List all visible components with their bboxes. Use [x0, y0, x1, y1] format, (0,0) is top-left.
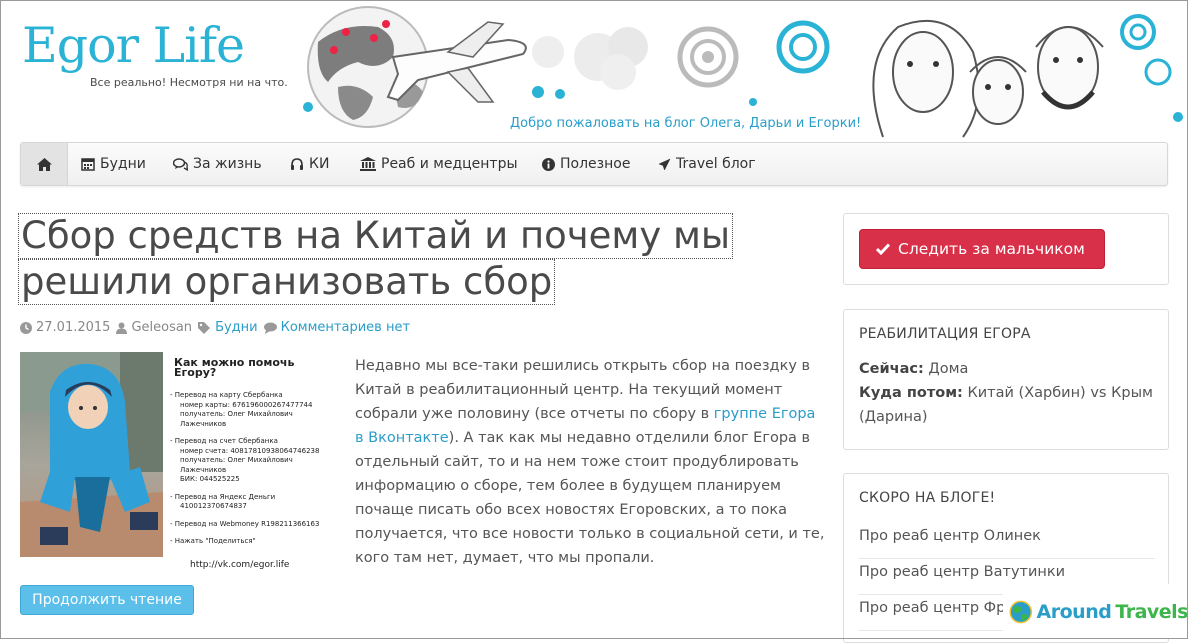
thumbnail-block: - Нажать "Поделиться" [170, 537, 330, 547]
welcome-text: Добро пожаловать на блог Олега, Дарьи и … [510, 116, 862, 131]
comments-icon [173, 157, 188, 171]
thumbnail-line: - Перевод на Яндекс Деньги [170, 492, 276, 501]
thumbnail-line: БИК: 044525225 [180, 475, 240, 483]
post-category-link[interactable]: Будни [215, 320, 258, 335]
logo-tagline: Все реально! Несмотря ни на что. [90, 76, 288, 89]
thumbnail-line: номер счета: 40817810938064746238 [180, 446, 320, 455]
rehab-now-label: Сейчас: [859, 361, 924, 377]
list-item[interactable]: Про реаб центр Олинек [859, 524, 1155, 559]
thumbnail-text: Как можно помочь Егору? - Перевод на кар… [170, 352, 330, 570]
nav-home[interactable] [21, 143, 68, 185]
tags-icon [198, 321, 211, 334]
info-icon [542, 157, 555, 171]
post-date: 27.01.2015 [36, 320, 111, 335]
thumbnail-line: - Перевод на Webmoney R198211366163 [170, 519, 320, 528]
home-icon [36, 157, 52, 171]
thumbnail-line: - Перевод на счет Сбербанка [170, 437, 278, 445]
post-comments-link[interactable]: Комментариев нет [281, 320, 410, 335]
rehab-widget-title: РЕАБИЛИТАЦИЯ ЕГОРА [859, 326, 1031, 342]
main-nav: Будни За жизнь КИ Реаб и медцентры Полез… [20, 142, 1168, 186]
nav-item-label: За жизнь [193, 156, 262, 172]
post-title[interactable]: Сбор средств на Китай и почему мы решили… [18, 213, 734, 305]
follow-button-label: Следить за мальчиком [898, 240, 1085, 258]
post-title-line2[interactable]: решили организовать сбор [18, 259, 556, 305]
plane-icon [658, 157, 671, 171]
thumbnail-block: - Перевод на счет Сбербанка номер счета:… [170, 437, 330, 485]
thumbnail-title: Как можно помочь Егору? [174, 356, 295, 379]
thumbnail-url: http://vk.com/egor.life [190, 559, 290, 570]
follow-widget: Следить за мальчиком [843, 213, 1169, 285]
nav-item-label: Полезное [560, 156, 631, 172]
globe-logo-icon [1009, 600, 1033, 623]
thumbnail-block: - Перевод на Webmoney R198211366163 [170, 520, 330, 530]
nav-item-label: Будни [100, 156, 146, 172]
soon-widget-title: СКОРО НА БЛОГЕ! [859, 490, 996, 506]
nav-item-label: КИ [309, 156, 330, 172]
check-icon [876, 243, 890, 255]
nav-item-reab[interactable]: Реаб и медцентры [360, 143, 518, 185]
thumbnail-line: получатель: Олег Михайлович Лажечников [180, 456, 293, 474]
nav-item-za-zhizn[interactable]: За жизнь [173, 143, 262, 185]
thumbnail-line: 410012370674837 [180, 502, 247, 510]
thumbnail-line: - Перевод на карту Сбербанка [170, 391, 283, 399]
site-logo[interactable]: Egor Life Все реально! Несмотря ни на чт… [22, 17, 288, 90]
read-more-button[interactable]: Продолжить чтение [20, 585, 194, 615]
post-excerpt: Недавно мы все-таки решились открыть сбо… [355, 354, 825, 570]
rehab-widget: РЕАБИЛИТАЦИЯ ЕГОРА Сейчас: Дома Куда пот… [843, 309, 1169, 450]
user-icon [116, 322, 128, 334]
clock-icon [20, 321, 32, 334]
nav-item-ki[interactable]: КИ [290, 143, 329, 185]
post-title-line1[interactable]: Сбор средств на Китай и почему мы [18, 213, 734, 259]
thumbnail-block: - Перевод на карту Сбербанка номер карты… [170, 391, 330, 429]
aroundtravels-watermark: Around Travels [1003, 584, 1188, 639]
post-thumbnail[interactable]: Как можно помочь Егору? - Перевод на кар… [20, 352, 331, 569]
calendar-icon [81, 158, 95, 171]
watermark-text-around: Around [1036, 600, 1112, 623]
excerpt-text: ). А так как мы недавно отделили блог Ег… [355, 430, 825, 566]
thumbnail-line: получатель: Олег Михайлович Лажечников [180, 410, 293, 428]
thumbnail-line: - Нажать "Поделиться" [170, 537, 256, 545]
post-author[interactable]: Geleosan [131, 320, 192, 335]
rehab-widget-body: Сейчас: Дома Куда потом: Китай (Харбин) … [859, 357, 1159, 429]
follow-button[interactable]: Следить за мальчиком [859, 229, 1105, 269]
nav-item-budni[interactable]: Будни [81, 143, 146, 185]
rehab-now-value: Дома [923, 361, 969, 377]
watermark-text-travels: Travels [1115, 600, 1188, 623]
nav-item-label: Travel блог [676, 156, 756, 172]
logo-title: Egor Life [22, 17, 245, 74]
headphones-icon [291, 157, 303, 170]
thumbnail-block: - Перевод на Яндекс Деньги 4100123706748… [170, 493, 330, 512]
thumbnail-line: номер карты: 676196000267477744 [180, 400, 313, 409]
rehab-next-label: Куда потом: [859, 385, 963, 401]
comment-icon [263, 322, 277, 334]
nav-item-poleznoe[interactable]: Полезное [542, 143, 630, 185]
thumbnail-photo [20, 352, 163, 557]
nav-item-travel[interactable]: Travel блог [658, 143, 756, 185]
nav-item-label: Реаб и медцентры [381, 156, 518, 172]
post-meta: 27.01.2015 Geleosan Будни Комментариев н… [20, 320, 410, 335]
institution-icon [360, 157, 376, 171]
